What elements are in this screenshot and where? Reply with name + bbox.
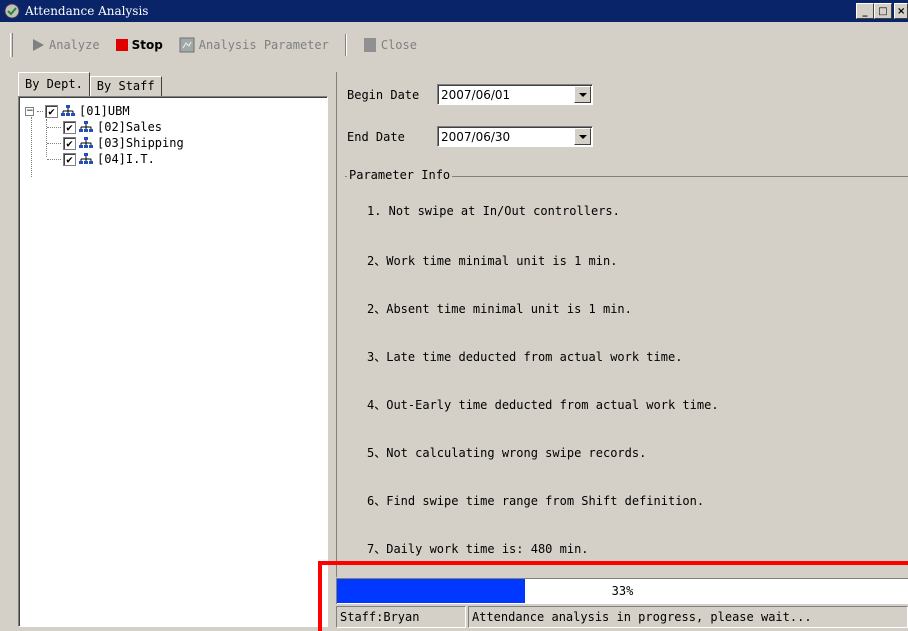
sales-checkbox[interactable]: ✔ bbox=[63, 120, 76, 134]
analysis-settings-panel: Begin Date 2007/06/01 End Date 2007/06/3… bbox=[336, 72, 908, 577]
close-window-button[interactable]: × bbox=[894, 3, 908, 19]
progress-bar: 33% bbox=[336, 578, 908, 604]
department-icon bbox=[61, 104, 75, 116]
progress-text: 33% bbox=[611, 584, 634, 598]
analysis-parameter-label: Analysis Parameter bbox=[198, 38, 329, 52]
door-icon bbox=[363, 38, 376, 52]
begin-date-value: 2007/06/01 bbox=[441, 87, 511, 102]
tree-node-sales[interactable]: ✔ [02]Sales bbox=[19, 119, 327, 135]
minimize-button[interactable]: _ bbox=[856, 3, 874, 19]
status-message: Attendance analysis in progress, please … bbox=[468, 606, 908, 628]
tree-node-label: [03]Shipping bbox=[97, 136, 184, 150]
attendance-analysis-window: Attendance Analysis _ □ × Analyze Stop A… bbox=[0, 0, 908, 631]
end-date-row: End Date 2007/06/30 bbox=[347, 126, 593, 147]
stop-label: Stop bbox=[131, 38, 163, 52]
it-checkbox[interactable]: ✔ bbox=[63, 152, 76, 166]
tab-by-dept[interactable]: By Dept. bbox=[18, 72, 90, 96]
tab-by-staff[interactable]: By Staff bbox=[89, 76, 162, 96]
parameter-icon bbox=[179, 37, 195, 53]
tree-node-label: [01]UBM bbox=[79, 104, 130, 118]
param-line: 3、Late time deducted from actual work ti… bbox=[367, 350, 683, 364]
analyze-button[interactable]: Analyze bbox=[25, 35, 106, 55]
play-icon bbox=[33, 39, 44, 51]
chevron-down-icon[interactable] bbox=[574, 86, 591, 103]
analysis-parameter-button[interactable]: Analysis Parameter bbox=[173, 34, 335, 56]
minimize-icon: _ bbox=[862, 5, 868, 17]
status-staff: Staff:Bryan bbox=[336, 606, 466, 628]
window-title: Attendance Analysis bbox=[25, 4, 149, 18]
param-line: 2、Absent time minimal unit is 1 min. bbox=[367, 302, 632, 316]
tree-node-shipping[interactable]: ✔ [03]Shipping bbox=[19, 135, 327, 151]
param-line: 2、Work time minimal unit is 1 min. bbox=[367, 254, 618, 268]
maximize-button[interactable]: □ bbox=[874, 3, 892, 19]
department-tree: − ✔ [01]UBM ✔ [02]Sales ✔ [03]Shipping ✔… bbox=[18, 96, 328, 627]
parameter-info-title: Parameter Info bbox=[347, 168, 453, 182]
department-icon bbox=[79, 152, 93, 164]
begin-date-picker[interactable]: 2007/06/01 bbox=[437, 84, 593, 105]
param-line: 6、Find swipe time range from Shift defin… bbox=[367, 494, 705, 508]
param-line: 1. Not swipe at In/Out controllers. bbox=[367, 204, 620, 218]
close-button[interactable]: Close bbox=[357, 34, 423, 56]
analyze-label: Analyze bbox=[49, 38, 100, 52]
status-bar: Staff:Bryan Attendance analysis in progr… bbox=[336, 606, 908, 631]
end-date-value: 2007/06/30 bbox=[441, 129, 511, 144]
department-icon bbox=[79, 120, 93, 132]
stop-button[interactable]: Stop bbox=[110, 35, 169, 55]
tree-node-root[interactable]: − ✔ [01]UBM bbox=[19, 103, 327, 119]
root-checkbox[interactable]: ✔ bbox=[45, 104, 58, 118]
stop-icon bbox=[115, 39, 128, 51]
shipping-checkbox[interactable]: ✔ bbox=[63, 136, 76, 150]
toolbar-grip bbox=[10, 33, 13, 57]
app-icon bbox=[4, 3, 20, 19]
department-icon bbox=[79, 136, 93, 148]
collapse-icon[interactable]: − bbox=[25, 106, 34, 116]
param-line: 5、Not calculating wrong swipe records. bbox=[367, 446, 647, 460]
title-bar: Attendance Analysis _ □ × bbox=[0, 0, 908, 22]
maximize-icon: □ bbox=[878, 5, 888, 17]
param-line: 4、Out-Early time deducted from actual wo… bbox=[367, 398, 719, 412]
close-icon: × bbox=[897, 5, 906, 17]
tree-node-label: [04]I.T. bbox=[97, 152, 155, 166]
close-label: Close bbox=[380, 38, 417, 52]
parameter-info-group: Parameter Info 1. Not swipe at In/Out co… bbox=[345, 168, 908, 566]
tree-node-it[interactable]: ✔ [04]I.T. bbox=[19, 151, 327, 167]
chevron-down-icon[interactable] bbox=[574, 128, 591, 145]
end-date-label: End Date bbox=[347, 129, 405, 144]
begin-date-row: Begin Date 2007/06/01 bbox=[347, 84, 593, 105]
begin-date-label: Begin Date bbox=[347, 87, 420, 102]
end-date-picker[interactable]: 2007/06/30 bbox=[437, 126, 593, 147]
tree-node-label: [02]Sales bbox=[97, 120, 163, 134]
toolbar-separator bbox=[344, 34, 347, 56]
param-line: 7、Daily work time is: 480 min. bbox=[367, 542, 589, 556]
toolbar: Analyze Stop Analysis Parameter Close bbox=[0, 22, 908, 68]
tab-strip: By Dept. By Staff bbox=[18, 72, 162, 96]
